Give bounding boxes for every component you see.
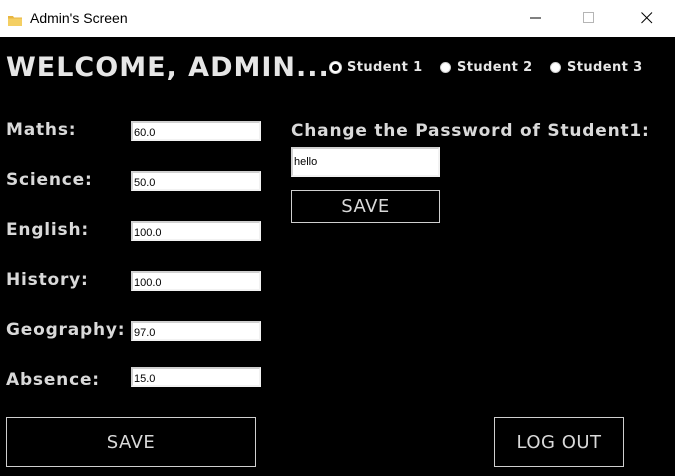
- absence-label: Absence:: [6, 370, 100, 390]
- history-input[interactable]: [131, 271, 261, 291]
- save-marks-button[interactable]: SAVE: [6, 417, 256, 467]
- radio-label: Student 3: [567, 59, 643, 75]
- welcome-heading: WELCOME, ADMIN...: [6, 52, 330, 83]
- maths-label: Maths:: [6, 120, 77, 140]
- maximize-icon: [583, 12, 594, 23]
- radio-student-3[interactable]: Student 3: [550, 59, 643, 75]
- radio-label: Student 1: [347, 59, 423, 75]
- close-icon: [641, 12, 653, 24]
- radio-student-1[interactable]: Student 1: [330, 59, 423, 75]
- radio-unselected-icon[interactable]: [550, 61, 561, 73]
- radio-student-2[interactable]: Student 2: [440, 59, 533, 75]
- english-input[interactable]: [131, 221, 261, 241]
- save-password-button[interactable]: SAVE: [291, 190, 440, 223]
- english-label: English:: [6, 220, 89, 240]
- science-label: Science:: [6, 170, 93, 190]
- science-input[interactable]: [131, 171, 261, 191]
- radio-unselected-icon[interactable]: [440, 61, 451, 73]
- geography-label: Geography:: [6, 320, 126, 340]
- radio-selected-icon[interactable]: [330, 61, 341, 73]
- minimize-icon: [530, 17, 541, 19]
- history-label: History:: [6, 270, 89, 290]
- logout-button[interactable]: LOG OUT: [494, 417, 624, 467]
- window-titlebar: Admin's Screen: [0, 0, 675, 37]
- absence-input[interactable]: [131, 367, 261, 387]
- change-password-label: Change the Password of Student1:: [291, 121, 650, 141]
- window-title: Admin's Screen: [30, 10, 128, 26]
- maths-input[interactable]: [131, 121, 261, 141]
- minimize-button[interactable]: [513, 0, 559, 37]
- maximize-button[interactable]: [566, 0, 612, 37]
- password-input[interactable]: [291, 147, 440, 177]
- geography-input[interactable]: [131, 321, 261, 341]
- radio-label: Student 2: [457, 59, 533, 75]
- folder-icon: [8, 11, 22, 26]
- close-button[interactable]: [624, 0, 670, 37]
